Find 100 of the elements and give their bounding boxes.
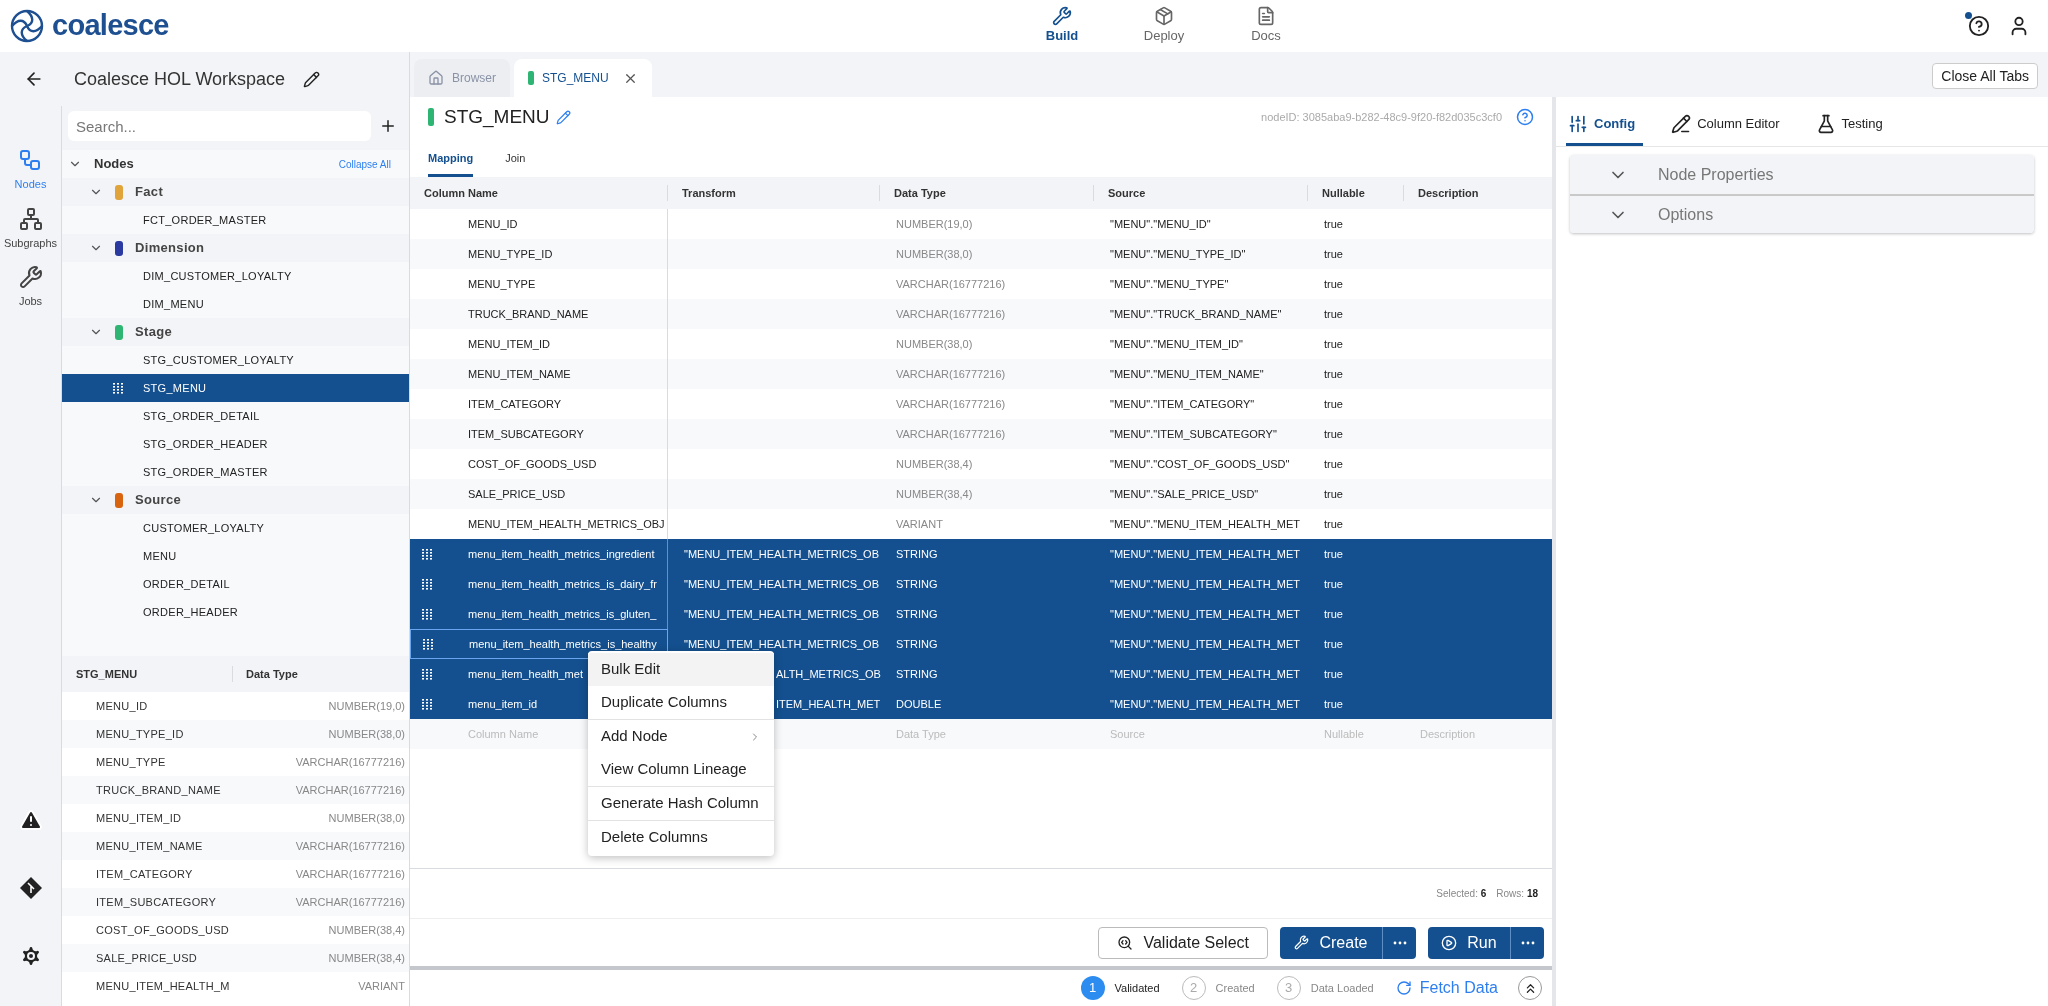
drag-handle-icon[interactable] [422, 578, 432, 590]
type-value: NUMBER(38,0) [896, 247, 973, 260]
logo-text: coalesce [52, 8, 169, 44]
rail-tab[interactable]: Subgraphs [3, 206, 58, 251]
context-menu-option[interactable]: Duplicate Columns [588, 686, 774, 719]
panel-tab[interactable]: Config [1566, 104, 1644, 146]
tree-item[interactable]: STG_ORDER_HEADER [62, 430, 409, 458]
table-row[interactable]: ITEM_SUBCATEGORY VARCHAR(16777216) "MENU"."ITEM_SUBCATEGORY" true [410, 419, 1552, 449]
drag-handle-icon[interactable] [113, 382, 123, 394]
node-title: STG_MENU [444, 104, 550, 130]
drag-handle-icon[interactable] [422, 548, 432, 560]
tree-item[interactable]: CUSTOMER_LOYALTY [62, 514, 409, 542]
context-menu-option[interactable]: Delete Columns [588, 821, 774, 854]
more-options-button[interactable] [1382, 926, 1416, 959]
type-value: VARCHAR(16777216) [295, 754, 405, 770]
panel-tab[interactable]: Column Editor [1669, 104, 1788, 146]
drag-handle-icon[interactable] [422, 698, 432, 710]
drag-handle-icon[interactable] [422, 668, 432, 680]
search-field[interactable]: Search... [68, 111, 371, 141]
field-name[interactable]: ITEM_SUBCATEGORY [468, 425, 584, 443]
field-name[interactable]: menu_item_health_metrics_is_gluten_ [468, 605, 657, 623]
field-name[interactable]: menu_item_id [468, 695, 538, 713]
nullable-value: true [1324, 247, 1343, 260]
tree-item[interactable]: STG_CUSTOMER_LOYALTY [62, 346, 409, 374]
tree-item[interactable]: STG_MENU [62, 374, 409, 402]
tree-item[interactable]: STG_ORDER_DETAIL [62, 402, 409, 430]
field-name[interactable]: menu_item_health_met [468, 665, 583, 683]
column-header: Data Type [880, 184, 1094, 202]
drag-handle-icon[interactable] [423, 638, 433, 650]
tree-group-label[interactable]: Dimension [135, 238, 205, 258]
tools-icon [1052, 6, 1072, 27]
create-button[interactable]: Create [1280, 926, 1382, 959]
accordion-header[interactable]: Options [1570, 194, 2034, 233]
play-icon [1441, 934, 1458, 951]
field-name[interactable]: MENU_ID [468, 215, 518, 233]
field-name[interactable]: SALE_PRICE_USD [468, 485, 566, 503]
panel-tab[interactable]: Testing [1813, 104, 1891, 146]
source-reference: "MENU"."ITEM_SUBCATEGORY" [1110, 427, 1277, 440]
add-icon[interactable] [379, 117, 397, 135]
drag-handle-icon[interactable] [422, 608, 432, 620]
field-name[interactable]: MENU_TYPE [468, 275, 536, 293]
warning-icon[interactable] [18, 808, 43, 832]
help-icon[interactable] [1968, 15, 1990, 37]
table-row[interactable]: TRUCK_BRAND_NAME VARCHAR(16777216) "MENU"."TRUCK_BRAND_NAME" true [410, 299, 1552, 329]
edit-icon[interactable] [303, 70, 321, 88]
tree-item[interactable]: STG_ORDER_MASTER [62, 458, 409, 486]
type-value: STRING [896, 637, 938, 650]
tree-item[interactable]: MENU [62, 542, 409, 570]
more-options-button[interactable] [1510, 926, 1544, 959]
table-row[interactable]: menu_item_health_metrics_ingredient "MENU_ITEM_HEALTH_METRICS_OB STRING "MENU"."MENU_ITEM_HEALTH_MET true [410, 539, 1552, 569]
more-icon [1392, 940, 1407, 945]
collapse-all-link[interactable]: Collapse All [338, 156, 391, 172]
type-value: NUMBER(38,0) [328, 810, 405, 826]
tree-group-label[interactable]: Fact [135, 182, 164, 202]
fetch-data-link[interactable]: Fetch Data [1395, 976, 1498, 1000]
context-menu-option[interactable]: View Column Lineage [588, 753, 774, 786]
git-icon[interactable] [18, 876, 43, 900]
field-name[interactable]: menu_item_health_metrics_is_dairy_fr [468, 575, 657, 593]
field-name[interactable]: MENU_TYPE_ID [468, 245, 553, 263]
table-row[interactable]: menu_item_health_metrics_is_healthy "MENU_ITEM_HEALTH_METRICS_OB STRING "MENU"."MENU_ITEM_HEALTH_MET true [410, 629, 1552, 659]
nav-tab[interactable]: Build [1036, 6, 1088, 46]
field-name[interactable]: ITEM_CATEGORY [468, 395, 562, 413]
table-row[interactable]: SALE_PRICE_USD NUMBER(38,4) "MENU"."SALE_PRICE_USD" true [410, 479, 1552, 509]
tree-item[interactable]: FCT_ORDER_MASTER [62, 206, 409, 234]
context-menu-option[interactable]: Bulk Edit [588, 653, 774, 686]
table-row[interactable]: MENU_TYPE_ID NUMBER(38,0) "MENU"."MENU_TYPE_ID" true [410, 239, 1552, 269]
rail-tab[interactable]: Jobs [18, 265, 43, 310]
type-value: VARCHAR(16777216) [896, 277, 1006, 290]
nav-tab[interactable]: Docs [1240, 6, 1292, 46]
table-row[interactable]: MENU_ITEM_NAME VARCHAR(16777216) "MENU"."MENU_ITEM_NAME" true [410, 359, 1552, 389]
column-header: Data Type [245, 666, 298, 682]
field-name[interactable]: COST_OF_GOODS_USD [468, 455, 597, 473]
context-menu-option[interactable]: Add Node [588, 720, 774, 753]
run-button[interactable]: Run [1428, 926, 1510, 959]
field-name[interactable]: MENU_ITEM_HEALTH_METRICS_OBJ [468, 515, 665, 533]
field-name[interactable]: MENU_ITEM_ID [468, 335, 550, 353]
tree-group-label[interactable]: Source [135, 490, 182, 510]
editor-tab[interactable]: STG_MENU [514, 59, 652, 97]
accordion-header[interactable]: Node Properties [1570, 155, 2034, 194]
transform-expression: "MENU_ITEM_HEALTH_METRICS_OB [684, 577, 879, 590]
nullable-value: true [1324, 367, 1343, 380]
mapping-tab[interactable]: Join [505, 149, 526, 177]
tree-item[interactable]: DIM_MENU [62, 290, 409, 318]
field-name[interactable]: TRUCK_BRAND_NAME [468, 305, 589, 323]
table-row[interactable]: menu_item_health_metrics_is_gluten_ "MENU_ITEM_HEALTH_METRICS_OB STRING "MENU"."MENU_ITEM_HEALTH_MET true [410, 599, 1552, 629]
validate-select-button[interactable]: Validate Select [1098, 926, 1268, 959]
nullable-value: true [1324, 277, 1343, 290]
tree-item[interactable]: ORDER_DETAIL [62, 570, 409, 598]
context-menu-option[interactable]: Generate Hash Column [588, 787, 774, 820]
tree-item[interactable]: ORDER_HEADER [62, 598, 409, 626]
table-row[interactable]: menu_item_health_metrics_is_dairy_fr "MENU_ITEM_HEALTH_METRICS_OB STRING "MENU"."MENU_ITEM_HEALTH_MET true [410, 569, 1552, 599]
close-all-tabs-button[interactable]: Close All Tabs [1932, 63, 2038, 89]
pencil-icon [1671, 113, 1692, 134]
field-name[interactable]: menu_item_health_metrics_ingredient [468, 545, 655, 563]
rail-tab[interactable]: Nodes [14, 148, 47, 193]
tree-group-label[interactable]: Stage [135, 322, 173, 342]
tree-root-label[interactable]: Nodes [94, 154, 134, 174]
tree-item[interactable]: DIM_CUSTOMER_LOYALTY [62, 262, 409, 290]
nav-tab[interactable]: Deploy [1138, 6, 1190, 46]
field-name[interactable]: MENU_ITEM_NAME [468, 365, 571, 383]
